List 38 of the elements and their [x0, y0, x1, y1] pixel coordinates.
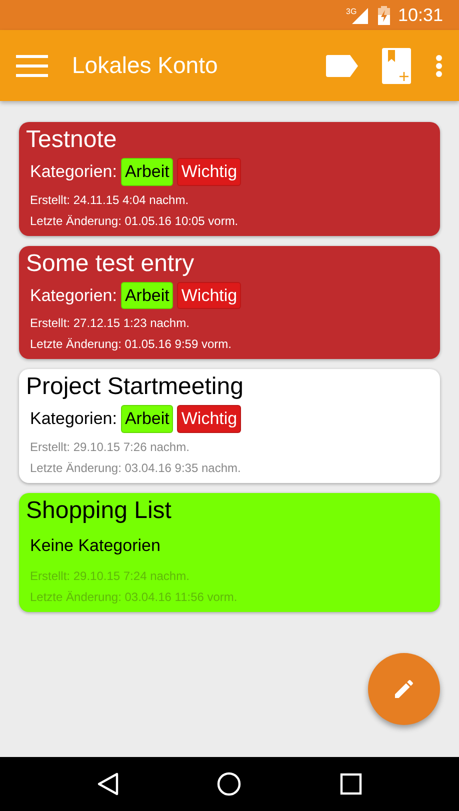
note-card[interactable]: Project Startmeeting Kategorien: Arbeit Wichtig Erstellt: 29.10.15 7:26 nachm. Letzte Änderung: 03.04.16 9:35 nachm. — [19, 369, 440, 482]
label-icon[interactable] — [326, 54, 358, 76]
home-icon[interactable] — [217, 772, 242, 796]
created-date: Erstellt: 24.11.15 4:04 nachm. — [29, 192, 190, 208]
note-card[interactable]: Testnote Kategorien: Arbeit Wichtig Erstellt: 24.11.15 4:04 nachm. Letzte Änderung: 01.05.16 10:05 vorm. — [19, 122, 440, 236]
modified-date: Letzte Änderung: 03.04.16 9:35 nachm. — [29, 460, 242, 476]
category-tag: Arbeit — [120, 282, 174, 309]
note-card[interactable]: Shopping List Keine Kategorien Erstellt: 29.10.15 7:24 nachm. Letzte Änderung: 03.04.16 11:56 vorm. — [19, 492, 440, 612]
note-title: Some test entry — [26, 248, 196, 278]
status-time: 10:31 — [398, 4, 443, 26]
add-notebook-icon[interactable] — [382, 48, 411, 84]
categories-label: Kategorien: — [30, 284, 117, 306]
battery-icon — [378, 6, 390, 24]
categories-label: Kategorien: — [30, 161, 117, 183]
pencil-icon — [392, 677, 416, 701]
toolbar-title: Lokales Konto — [72, 51, 219, 80]
category-tag: Wichtig — [177, 158, 242, 186]
created-date: Erstellt: 29.10.15 7:26 nachm. — [29, 438, 190, 456]
note-title: Shopping List — [26, 496, 172, 526]
edit-button[interactable] — [368, 653, 440, 725]
more-icon[interactable] — [435, 54, 443, 76]
note-card[interactable]: Some test entry Kategorien: Arbeit Wichtig Erstellt: 27.12.15 1:23 nachm. Letzte Änderung: 01.05.16 9:59 vorm. — [19, 246, 440, 359]
category-tag: Arbeit — [120, 158, 174, 186]
recents-icon[interactable] — [340, 773, 362, 795]
created-date: Erstellt: 27.12.15 1:23 nachm. — [29, 315, 190, 332]
back-icon[interactable] — [97, 772, 120, 796]
modified-date: Letzte Änderung: 01.05.16 9:59 vorm. — [29, 336, 232, 353]
modified-date: Letzte Änderung: 03.04.16 11:56 vorm. — [29, 589, 238, 606]
note-title: Testnote — [26, 125, 118, 155]
modified-date: Letzte Änderung: 01.05.16 10:05 vorm. — [29, 212, 240, 230]
created-date: Erstellt: 29.10.15 7:24 nachm. — [29, 568, 190, 585]
categories-label: Kategorien: — [30, 408, 117, 430]
menu-icon[interactable] — [16, 54, 48, 76]
category-tag: Wichtig — [177, 405, 242, 432]
note-title: Project Startmeeting — [26, 372, 244, 402]
category-tag: Arbeit — [120, 405, 174, 432]
categories-label: Keine Kategorien — [30, 534, 160, 556]
category-tag: Wichtig — [177, 282, 242, 309]
